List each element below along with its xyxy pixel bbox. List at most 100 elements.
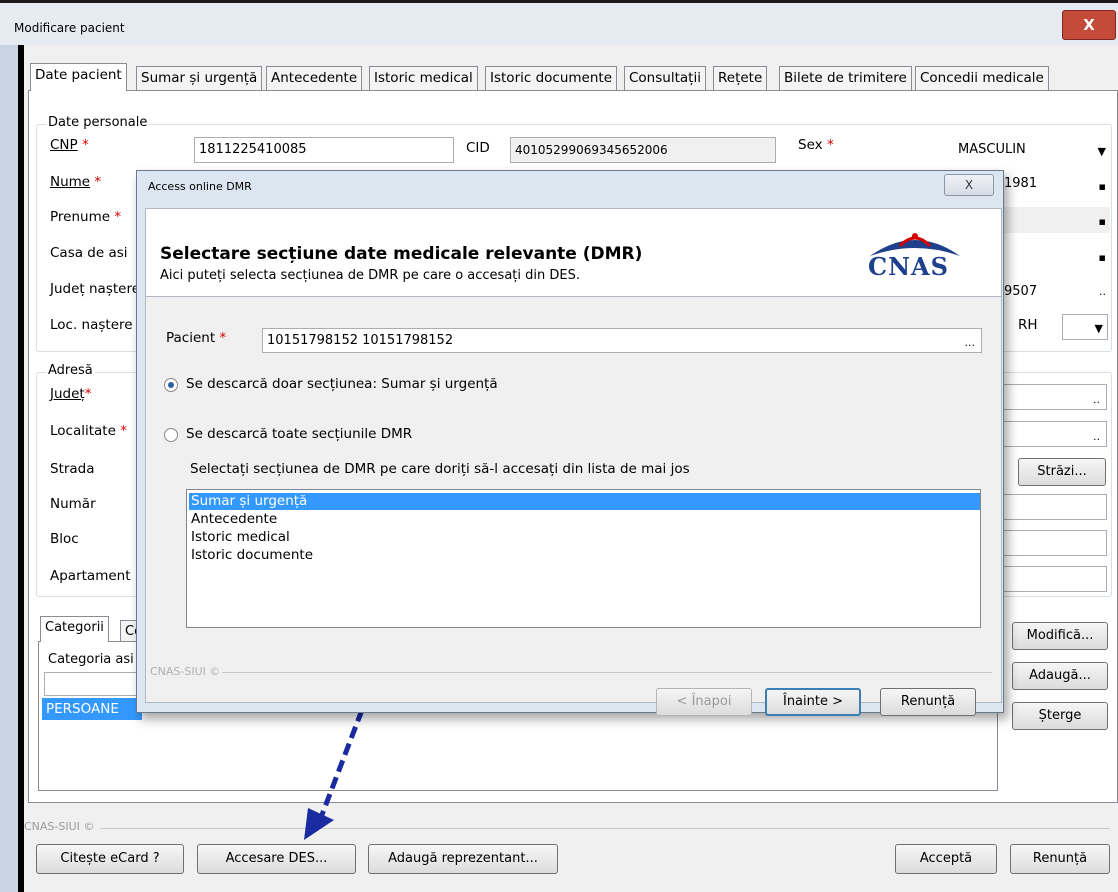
radio-doar-sumar[interactable]	[164, 378, 178, 392]
label-bloc: Bloc	[50, 531, 79, 547]
cancel-button[interactable]: Renunță	[880, 688, 976, 716]
dialog-brand: CNAS-SIUI ©	[150, 665, 221, 678]
prenume-side-field: ▪	[1000, 207, 1110, 233]
data-nasterii-field[interactable]: 1981 ▪	[1000, 172, 1110, 198]
required-mark: *	[120, 423, 127, 439]
label-localitate: Localitate *	[50, 423, 127, 439]
annotation-arrow-icon	[304, 709, 365, 840]
rh-select[interactable]: ▼	[1062, 314, 1108, 340]
categorie-filter-field[interactable]	[44, 672, 144, 696]
radio-doar-sumar-label[interactable]: Se descarcă doar secțiunea: Sumar și urg…	[186, 376, 498, 392]
cnas-logo-text: CNAS	[868, 252, 949, 281]
tab-bilete-trimitere[interactable]: Bilete de trimitere	[779, 66, 912, 90]
dialog-close-button[interactable]: X	[944, 174, 994, 196]
sex-select[interactable]: MASCULIN ▼	[954, 138, 1110, 164]
modifica-button[interactable]: Modifică...	[1012, 622, 1108, 650]
required-mark: *	[219, 330, 227, 346]
back-button[interactable]: < Înapoi	[656, 688, 752, 716]
tab-concedii-medicale[interactable]: Concedii medicale	[915, 66, 1049, 90]
group-label-date-personale: Date personale	[46, 115, 150, 130]
dialog-subheading: Aici puteți selecta secțiunea de DMR pe …	[160, 268, 580, 283]
judet-field[interactable]: ..	[1003, 384, 1107, 410]
footer-divider	[100, 828, 1110, 829]
categorie-column-header[interactable]: Categoria asi	[48, 652, 134, 667]
data-value: 1981	[1004, 176, 1038, 191]
window-titlebar	[0, 0, 1118, 45]
localitate-label-text: Localitate	[50, 423, 116, 439]
accepta-button[interactable]: Acceptă	[895, 844, 997, 874]
left-border	[0, 45, 18, 892]
strazi-button[interactable]: Străzi...	[1018, 458, 1106, 486]
tab-antecedente[interactable]: Antecedente	[266, 66, 363, 90]
ellipsis-icon: ..	[1093, 393, 1100, 406]
list-item[interactable]: Antecedente	[189, 511, 277, 528]
renunta-button[interactable]: Renunță	[1010, 844, 1110, 874]
tab-sumar-urgenta[interactable]: Sumar și urgență	[136, 66, 263, 90]
required-mark: *	[84, 386, 92, 402]
cnas-logo: CNAS	[860, 230, 970, 281]
sterge-button[interactable]: Șterge	[1012, 702, 1108, 730]
calendar-icon: ▪	[1098, 180, 1106, 193]
footer-brand: CNAS-SIUI ©	[24, 820, 95, 833]
cnp-field[interactable]: 1811225410085	[194, 137, 454, 163]
label-nume: Nume *	[50, 174, 101, 190]
label-sex: Sex *	[798, 137, 834, 153]
list-item[interactable]: Sumar și urgență	[189, 493, 980, 510]
label-prenume: Prenume *	[50, 209, 121, 225]
numar-field[interactable]	[1003, 494, 1107, 520]
label-numar: Număr	[50, 496, 96, 512]
casa-side-field[interactable]: ▪	[1000, 243, 1110, 269]
window-close-button[interactable]: X	[1062, 10, 1116, 40]
code-value: 9507	[1004, 284, 1038, 299]
label-rh: RH	[1018, 317, 1038, 333]
label-judet-nastere: Județ naștere	[50, 281, 141, 297]
list-item[interactable]: Istoric medical	[189, 529, 290, 546]
tab-consultatii[interactable]: Consultații	[624, 66, 706, 90]
label-strada: Strada	[50, 461, 95, 477]
code-field[interactable]: 9507..	[1000, 280, 1110, 306]
dialog-footer-divider	[222, 672, 992, 673]
citeste-ecard-button[interactable]: Citește eCard ?	[36, 844, 184, 874]
radio-toate-sectiunile[interactable]	[164, 428, 178, 442]
sections-list[interactable]: Sumar și urgență Antecedente Istoric med…	[186, 489, 981, 628]
pacient-value: 10151798152 10151798152	[267, 333, 454, 348]
required-mark: *	[826, 137, 834, 153]
pacient-label-text: Pacient	[166, 330, 216, 346]
required-mark: *	[114, 209, 122, 225]
radio-toate-sectiunile-label[interactable]: Se descarcă toate secțiunile DMR	[186, 426, 412, 442]
calendar-icon: ▪	[1098, 251, 1106, 264]
adauga-button[interactable]: Adaugă...	[1012, 662, 1108, 690]
categorie-row-selected[interactable]: PERSOANE	[42, 698, 142, 720]
tab-categorii[interactable]: Categorii	[40, 616, 109, 642]
sex-label-text: Sex	[798, 137, 823, 153]
sex-value: MASCULIN	[958, 142, 1026, 157]
chevron-down-icon: ▼	[1094, 322, 1103, 335]
dialog-title: Access online DMR	[148, 180, 252, 193]
ellipsis-icon: ..	[1099, 285, 1106, 298]
tab-istoric-medical[interactable]: Istoric medical	[369, 66, 478, 90]
label-casa: Casa de asi	[50, 245, 128, 261]
prenume-label-text: Prenume	[50, 209, 111, 225]
group-label-adresa: Adresă	[46, 363, 95, 378]
cnp-label-text: CNP	[50, 137, 78, 153]
pacient-field[interactable]: 10151798152 10151798152...	[262, 328, 982, 353]
dialog-instruction: Selectați secțiunea de DMR pe care doriț…	[190, 461, 690, 477]
label-cid: CID	[466, 140, 490, 156]
label-judet: Județ*	[50, 386, 91, 402]
required-mark: *	[94, 174, 102, 190]
localitate-field[interactable]: ..	[1003, 421, 1107, 447]
apartament-field[interactable]	[1003, 566, 1107, 592]
ellipsis-icon: ...	[964, 336, 976, 349]
list-item[interactable]: Istoric documente	[189, 547, 313, 564]
label-cnp: CNP *	[50, 137, 89, 153]
window-title: Modificare pacient	[14, 21, 125, 35]
next-button[interactable]: Înainte >	[765, 688, 861, 716]
label-apartament: Apartament	[50, 568, 131, 584]
bloc-field[interactable]	[1003, 530, 1107, 556]
ellipsis-icon: ..	[1093, 430, 1100, 443]
judet-label-text: Județ	[50, 386, 85, 402]
dialog-heading: Selectare secțiune date medicale relevan…	[160, 244, 643, 264]
tab-retete[interactable]: Rețete	[713, 66, 768, 90]
tab-istoric-documente[interactable]: Istoric documente	[485, 66, 618, 90]
tab-date-pacient[interactable]: Date pacient	[30, 63, 127, 91]
